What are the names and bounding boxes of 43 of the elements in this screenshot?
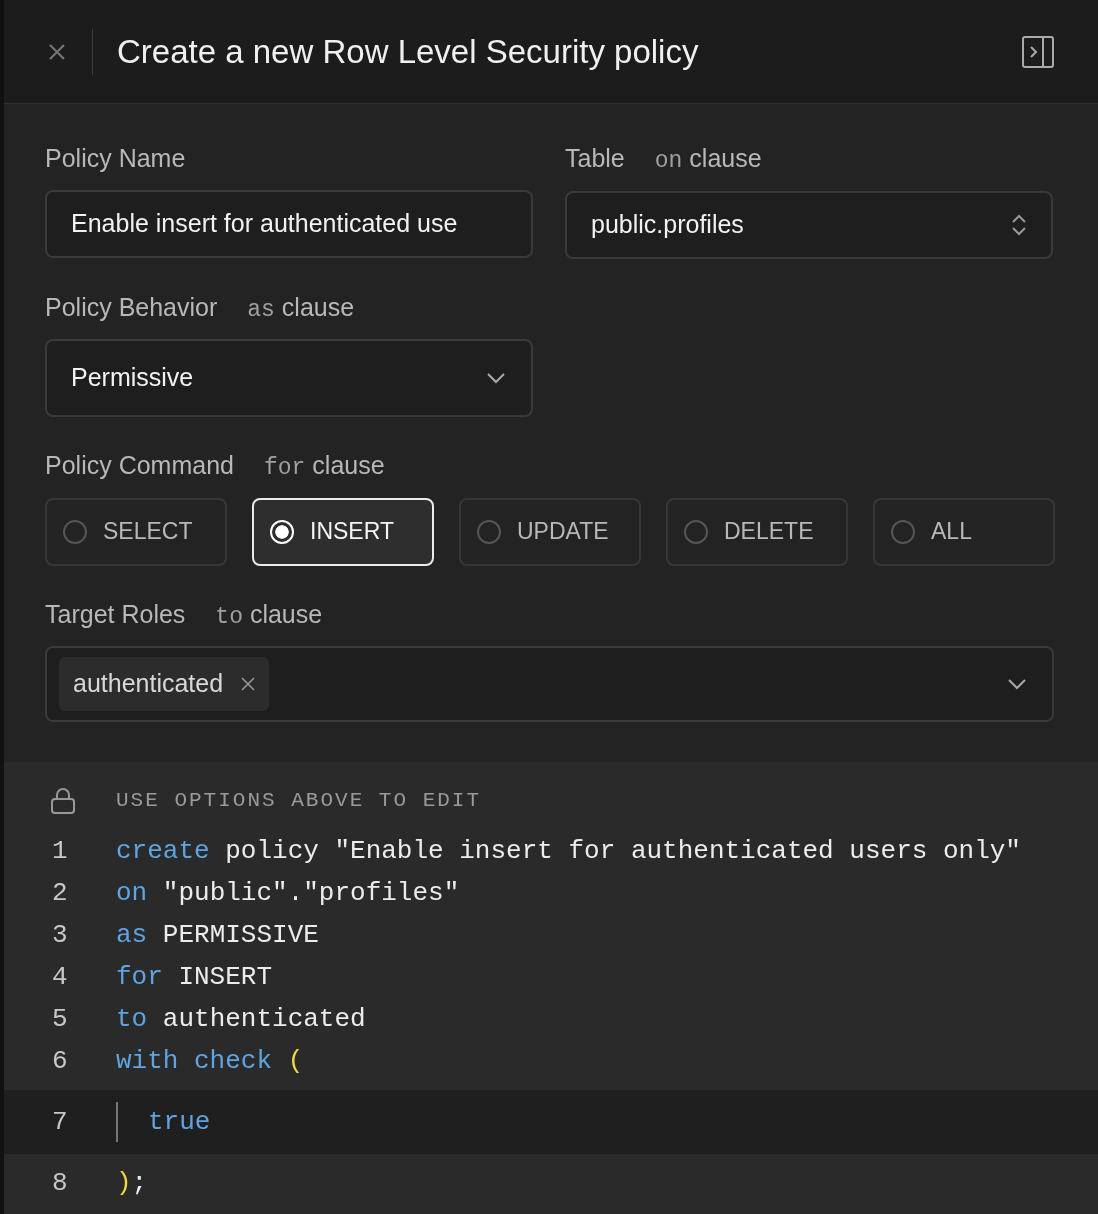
line-number: 5 [51, 1002, 69, 1036]
field-label: Policy Name [45, 143, 186, 174]
input-field[interactable]: Enable insert for authenticated use [45, 189, 533, 258]
line-number: 7 [51, 1105, 69, 1139]
radio-option[interactable]: SELECT [45, 497, 227, 566]
radio-option[interactable]: INSERT [252, 497, 434, 566]
remove-icon[interactable] [241, 677, 256, 691]
line-number: 8 [51, 1166, 69, 1200]
line-number: 1 [51, 834, 69, 868]
line-number: 4 [51, 960, 69, 994]
clause-label: for clause [263, 450, 385, 483]
select-field[interactable]: public.profiles [565, 190, 1053, 259]
code-line: to authenticated [116, 1002, 366, 1036]
field-label: Policy Command [45, 450, 234, 481]
chevron-down-icon [1006, 677, 1028, 691]
field-label: Target Roles [45, 598, 186, 630]
code-line: as PERMISSIVE [116, 918, 319, 952]
role-tag[interactable]: authenticated [59, 657, 270, 711]
line-number: 2 [51, 876, 69, 910]
clause-label: on clause [654, 143, 762, 176]
select-field[interactable]: Permissive [45, 339, 533, 417]
line-number: 3 [51, 918, 69, 952]
editor-notice: USE OPTIONS ABOVE TO EDIT [116, 788, 482, 815]
field-label: Table [565, 143, 625, 174]
radio-option[interactable]: DELETE [666, 497, 848, 566]
chevron-down-icon [485, 371, 507, 385]
code-line: true [116, 1102, 211, 1142]
code-line: ); [116, 1166, 148, 1200]
code-line: for INSERT [116, 960, 273, 994]
code-line: with check ( [116, 1044, 304, 1078]
code-line: on "public"."profiles" [116, 876, 460, 910]
radio-option[interactable]: ALL [873, 497, 1055, 566]
radio-option[interactable]: UPDATE [459, 497, 641, 566]
clause-label: to clause [215, 598, 323, 632]
panel-icon[interactable] [1022, 35, 1054, 68]
code-line: create policy "Enable insert for authenticated users only" [116, 834, 1021, 868]
lock-icon [50, 786, 76, 815]
line-number: 6 [51, 1044, 69, 1078]
field-label: Policy Behavior [45, 291, 218, 323]
updown-icon [1011, 212, 1027, 237]
clause-label: as clause [247, 291, 355, 325]
window-title: Create a new Row Level Security policy [117, 31, 699, 72]
multi-select-field[interactable]: authenticated [45, 646, 1054, 722]
